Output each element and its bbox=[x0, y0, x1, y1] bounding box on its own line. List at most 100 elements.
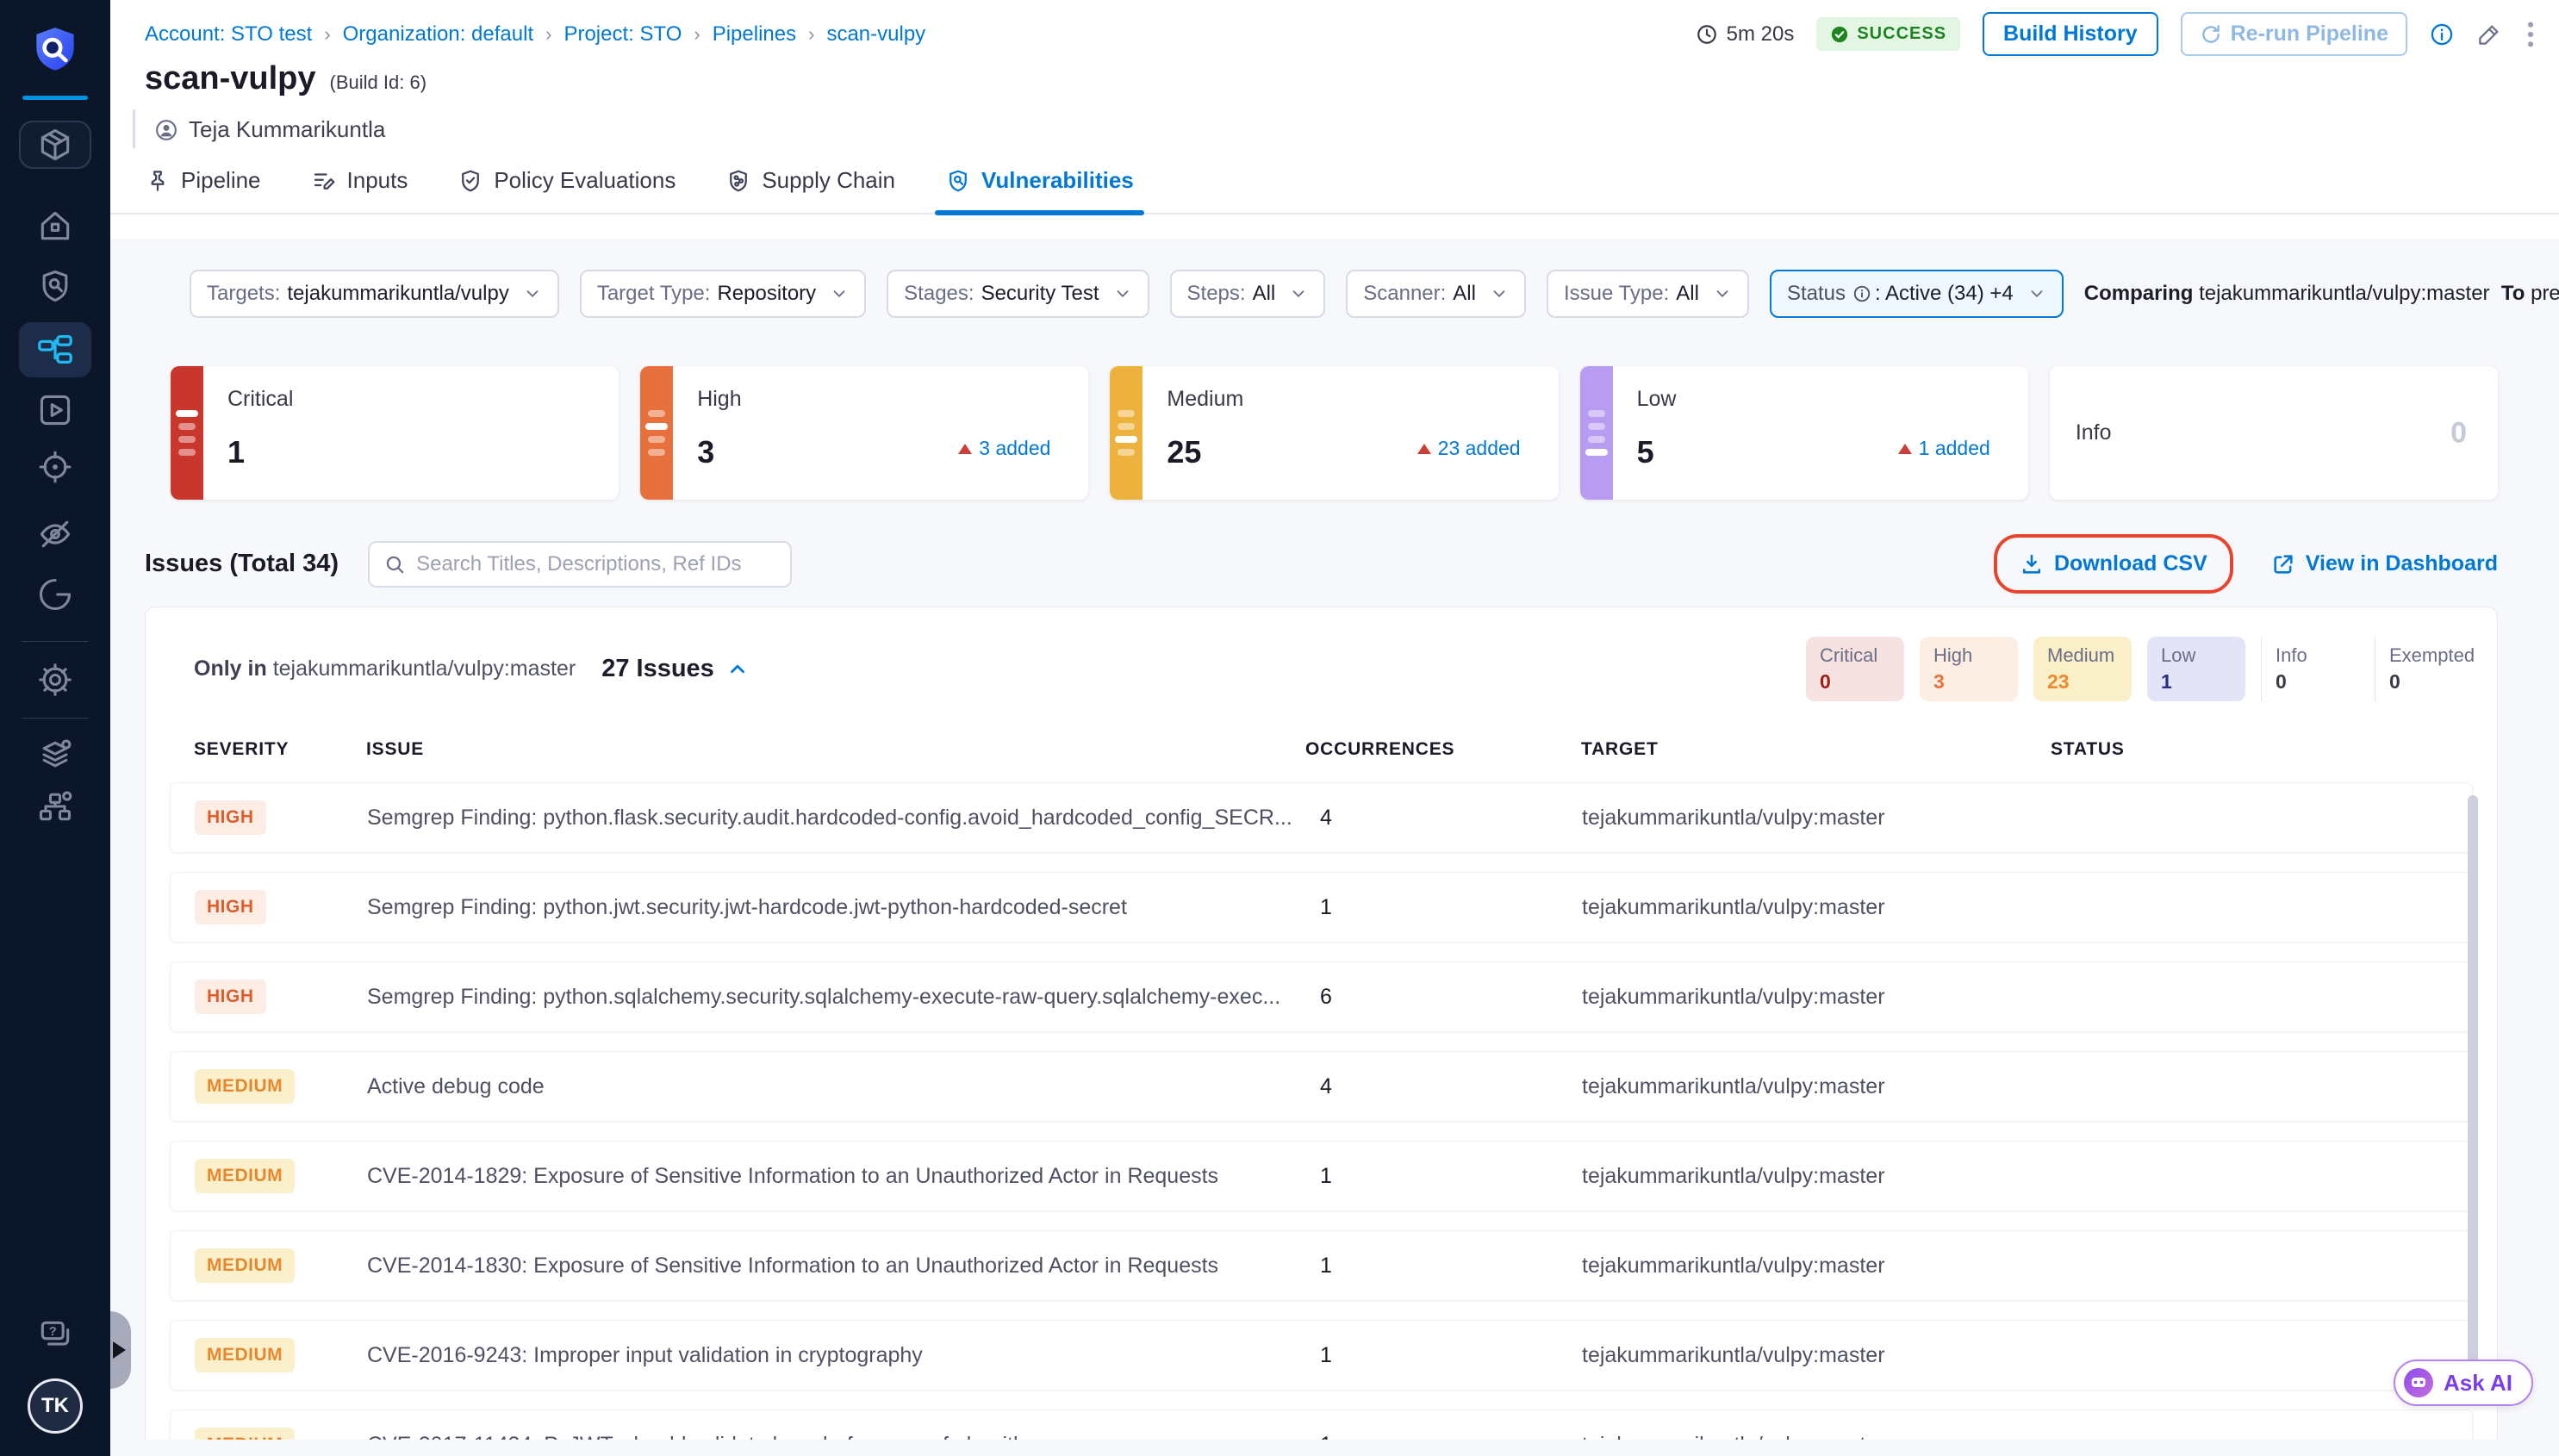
refresh-icon bbox=[2200, 23, 2222, 46]
sidebar-divider bbox=[22, 718, 89, 719]
download-csv-button[interactable]: Download CSV bbox=[2020, 551, 2207, 576]
shield-check-icon bbox=[458, 168, 483, 194]
occurrences-count: 1 bbox=[1306, 1343, 1582, 1368]
svg-text:?: ? bbox=[49, 1325, 57, 1339]
ask-ai-button[interactable]: Ask AI bbox=[2394, 1360, 2533, 1406]
triangle-up-icon bbox=[958, 444, 972, 454]
kebab-menu-icon[interactable] bbox=[2525, 20, 2537, 49]
target-name: tejakummarikuntla/vulpy:master bbox=[1582, 895, 2052, 920]
shield-nodes-icon bbox=[725, 168, 751, 194]
severity-pill[interactable]: High 3 bbox=[1920, 637, 2018, 701]
severity-badge: HIGH bbox=[195, 800, 266, 835]
user-avatar[interactable]: TK bbox=[28, 1378, 83, 1434]
baselines-power-icon[interactable] bbox=[19, 570, 91, 619]
module-cube-icon[interactable] bbox=[19, 121, 91, 169]
targets-crosshair-icon[interactable] bbox=[19, 443, 91, 491]
issue-title: CVE-2016-9243: Improper input validation… bbox=[367, 1343, 1306, 1368]
home-icon[interactable] bbox=[19, 202, 91, 250]
filter-dropdown[interactable]: Stages: Security Test bbox=[887, 270, 1149, 318]
pipelines-icon[interactable] bbox=[19, 322, 91, 377]
settings-gear-icon[interactable] bbox=[19, 656, 91, 704]
table-row[interactable]: HIGH Semgrep Finding: python.jwt.securit… bbox=[170, 872, 2473, 943]
tab-inputs[interactable]: Inputs bbox=[311, 167, 408, 213]
edit-pencil-icon[interactable] bbox=[2476, 22, 2502, 47]
breadcrumb-link[interactable]: Pipelines bbox=[713, 22, 796, 47]
info-card[interactable]: Info 0 bbox=[2050, 366, 2498, 500]
issue-title: CVE-2014-1829: Exposure of Sensitive Inf… bbox=[367, 1164, 1306, 1189]
table-row[interactable]: MEDIUM CVE-2014-1829: Exposure of Sensit… bbox=[170, 1141, 2473, 1211]
breadcrumb-link[interactable]: Account: STO test bbox=[145, 22, 312, 47]
severity-badge: MEDIUM bbox=[195, 1248, 295, 1283]
info-icon[interactable] bbox=[2430, 22, 2454, 47]
filter-dropdown[interactable]: Targets: tejakummarikuntla/vulpy bbox=[190, 270, 559, 318]
tab-policy-evaluations[interactable]: Policy Evaluations bbox=[458, 167, 676, 213]
low-card[interactable]: Low 5 1 added bbox=[1580, 366, 2028, 500]
table-row[interactable]: MEDIUM CVE-2017-11424: PyJWT: should val… bbox=[170, 1409, 2473, 1440]
breadcrumb-item[interactable]: Account: STO test › bbox=[145, 22, 343, 47]
help-chat-icon[interactable]: ? bbox=[19, 1311, 91, 1360]
table-row[interactable]: MEDIUM CVE-2016-9243: Improper input val… bbox=[170, 1320, 2473, 1391]
breadcrumb-item[interactable]: Project: STO › bbox=[563, 22, 712, 47]
issue-title: CVE-2014-1830: Exposure of Sensitive Inf… bbox=[367, 1254, 1306, 1279]
table-row[interactable]: HIGH Semgrep Finding: python.sqlalchemy.… bbox=[170, 961, 2473, 1032]
overview-shield-search-icon[interactable] bbox=[19, 262, 91, 310]
severity-cards: Critical 1 High 3 3 added Medium 25 bbox=[171, 366, 2498, 500]
filter-dropdown[interactable]: Steps: All bbox=[1170, 270, 1326, 318]
filter-dropdown-status[interactable]: Status : Active (34) +4 bbox=[1770, 270, 2064, 318]
rerun-pipeline-button[interactable]: Re-run Pipeline bbox=[2181, 12, 2407, 56]
build-history-button[interactable]: Build History bbox=[1983, 12, 2158, 56]
low-added: 1 added bbox=[1898, 437, 1990, 460]
high-card[interactable]: High 3 3 added bbox=[640, 366, 1088, 500]
breadcrumb-item[interactable]: scan-vulpy bbox=[826, 22, 925, 47]
severity-meter-icon bbox=[171, 366, 203, 500]
default-settings-layers-icon[interactable] bbox=[19, 731, 91, 779]
tab-pipeline[interactable]: Pipeline bbox=[145, 167, 261, 213]
group-collapse-toggle[interactable]: 27 Issues bbox=[601, 655, 749, 683]
severity-badge: MEDIUM bbox=[195, 1428, 295, 1440]
severity-badge: MEDIUM bbox=[195, 1069, 295, 1104]
filter-dropdown[interactable]: Target Type: Repository bbox=[580, 270, 866, 318]
filter-dropdown[interactable]: Issue Type: All bbox=[1547, 270, 1749, 318]
view-in-dashboard-button[interactable]: View in Dashboard bbox=[2271, 551, 2498, 576]
sidebar-divider bbox=[22, 641, 89, 642]
tab-vulnerabilities[interactable]: Vulnerabilities bbox=[945, 167, 1134, 213]
breadcrumb-item[interactable]: Organization: default › bbox=[343, 22, 564, 47]
sidebar-expand-handle[interactable] bbox=[110, 1311, 131, 1389]
chevron-down-icon bbox=[1289, 284, 1308, 303]
severity-pill[interactable]: Medium 23 bbox=[2033, 637, 2132, 701]
sto-shield-logo[interactable] bbox=[26, 22, 84, 85]
breadcrumb-link[interactable]: Organization: default bbox=[343, 22, 533, 47]
breadcrumb-link[interactable]: Project: STO bbox=[563, 22, 682, 47]
table-row[interactable]: MEDIUM CVE-2014-1830: Exposure of Sensit… bbox=[170, 1230, 2473, 1301]
severity-pill[interactable]: Exempted 0 bbox=[2375, 637, 2473, 701]
critical-card[interactable]: Critical 1 bbox=[171, 366, 619, 500]
breadcrumb-item[interactable]: Pipelines › bbox=[713, 22, 827, 47]
table-row[interactable]: HIGH Semgrep Finding: python.flask.secur… bbox=[170, 782, 2473, 853]
table-row[interactable]: MEDIUM Active debug code 4 tejakummariku… bbox=[170, 1051, 2473, 1122]
executions-icon[interactable] bbox=[19, 386, 91, 434]
severity-pill[interactable]: Info 0 bbox=[2261, 637, 2359, 701]
breadcrumb-link[interactable]: scan-vulpy bbox=[826, 22, 925, 47]
severity-pill[interactable]: Low 1 bbox=[2147, 637, 2245, 701]
user-icon bbox=[154, 118, 178, 142]
chevron-down-icon bbox=[1713, 284, 1732, 303]
target-name: tejakummarikuntla/vulpy:master bbox=[1582, 1254, 2052, 1279]
occurrences-count: 4 bbox=[1306, 806, 1582, 831]
exemptions-eye-off-icon[interactable] bbox=[19, 510, 91, 558]
issues-group-header: Only in tejakummarikuntla/vulpy:master 2… bbox=[146, 607, 2497, 701]
severity-pill[interactable]: Critical 0 bbox=[1806, 637, 1904, 701]
search-input[interactable] bbox=[416, 552, 776, 576]
medium-card[interactable]: Medium 25 23 added bbox=[1110, 366, 1558, 500]
issues-search[interactable] bbox=[368, 541, 792, 588]
infrastructure-tree-gear-icon[interactable] bbox=[19, 782, 91, 831]
main-area: Account: STO test › Organization: defaul… bbox=[110, 0, 2559, 1456]
high-added: 3 added bbox=[958, 437, 1050, 460]
check-circle-icon bbox=[1830, 25, 1849, 44]
critical-count: 1 bbox=[227, 434, 619, 470]
table-scrollbar[interactable] bbox=[2468, 795, 2478, 1403]
status-badge: SUCCESS bbox=[1816, 17, 1960, 51]
tab-supply-chain[interactable]: Supply Chain bbox=[725, 167, 895, 213]
issue-title: Semgrep Finding: python.sqlalchemy.secur… bbox=[367, 985, 1306, 1010]
issue-title: Semgrep Finding: python.jwt.security.jwt… bbox=[367, 895, 1306, 920]
filter-dropdown[interactable]: Scanner: All bbox=[1346, 270, 1526, 318]
